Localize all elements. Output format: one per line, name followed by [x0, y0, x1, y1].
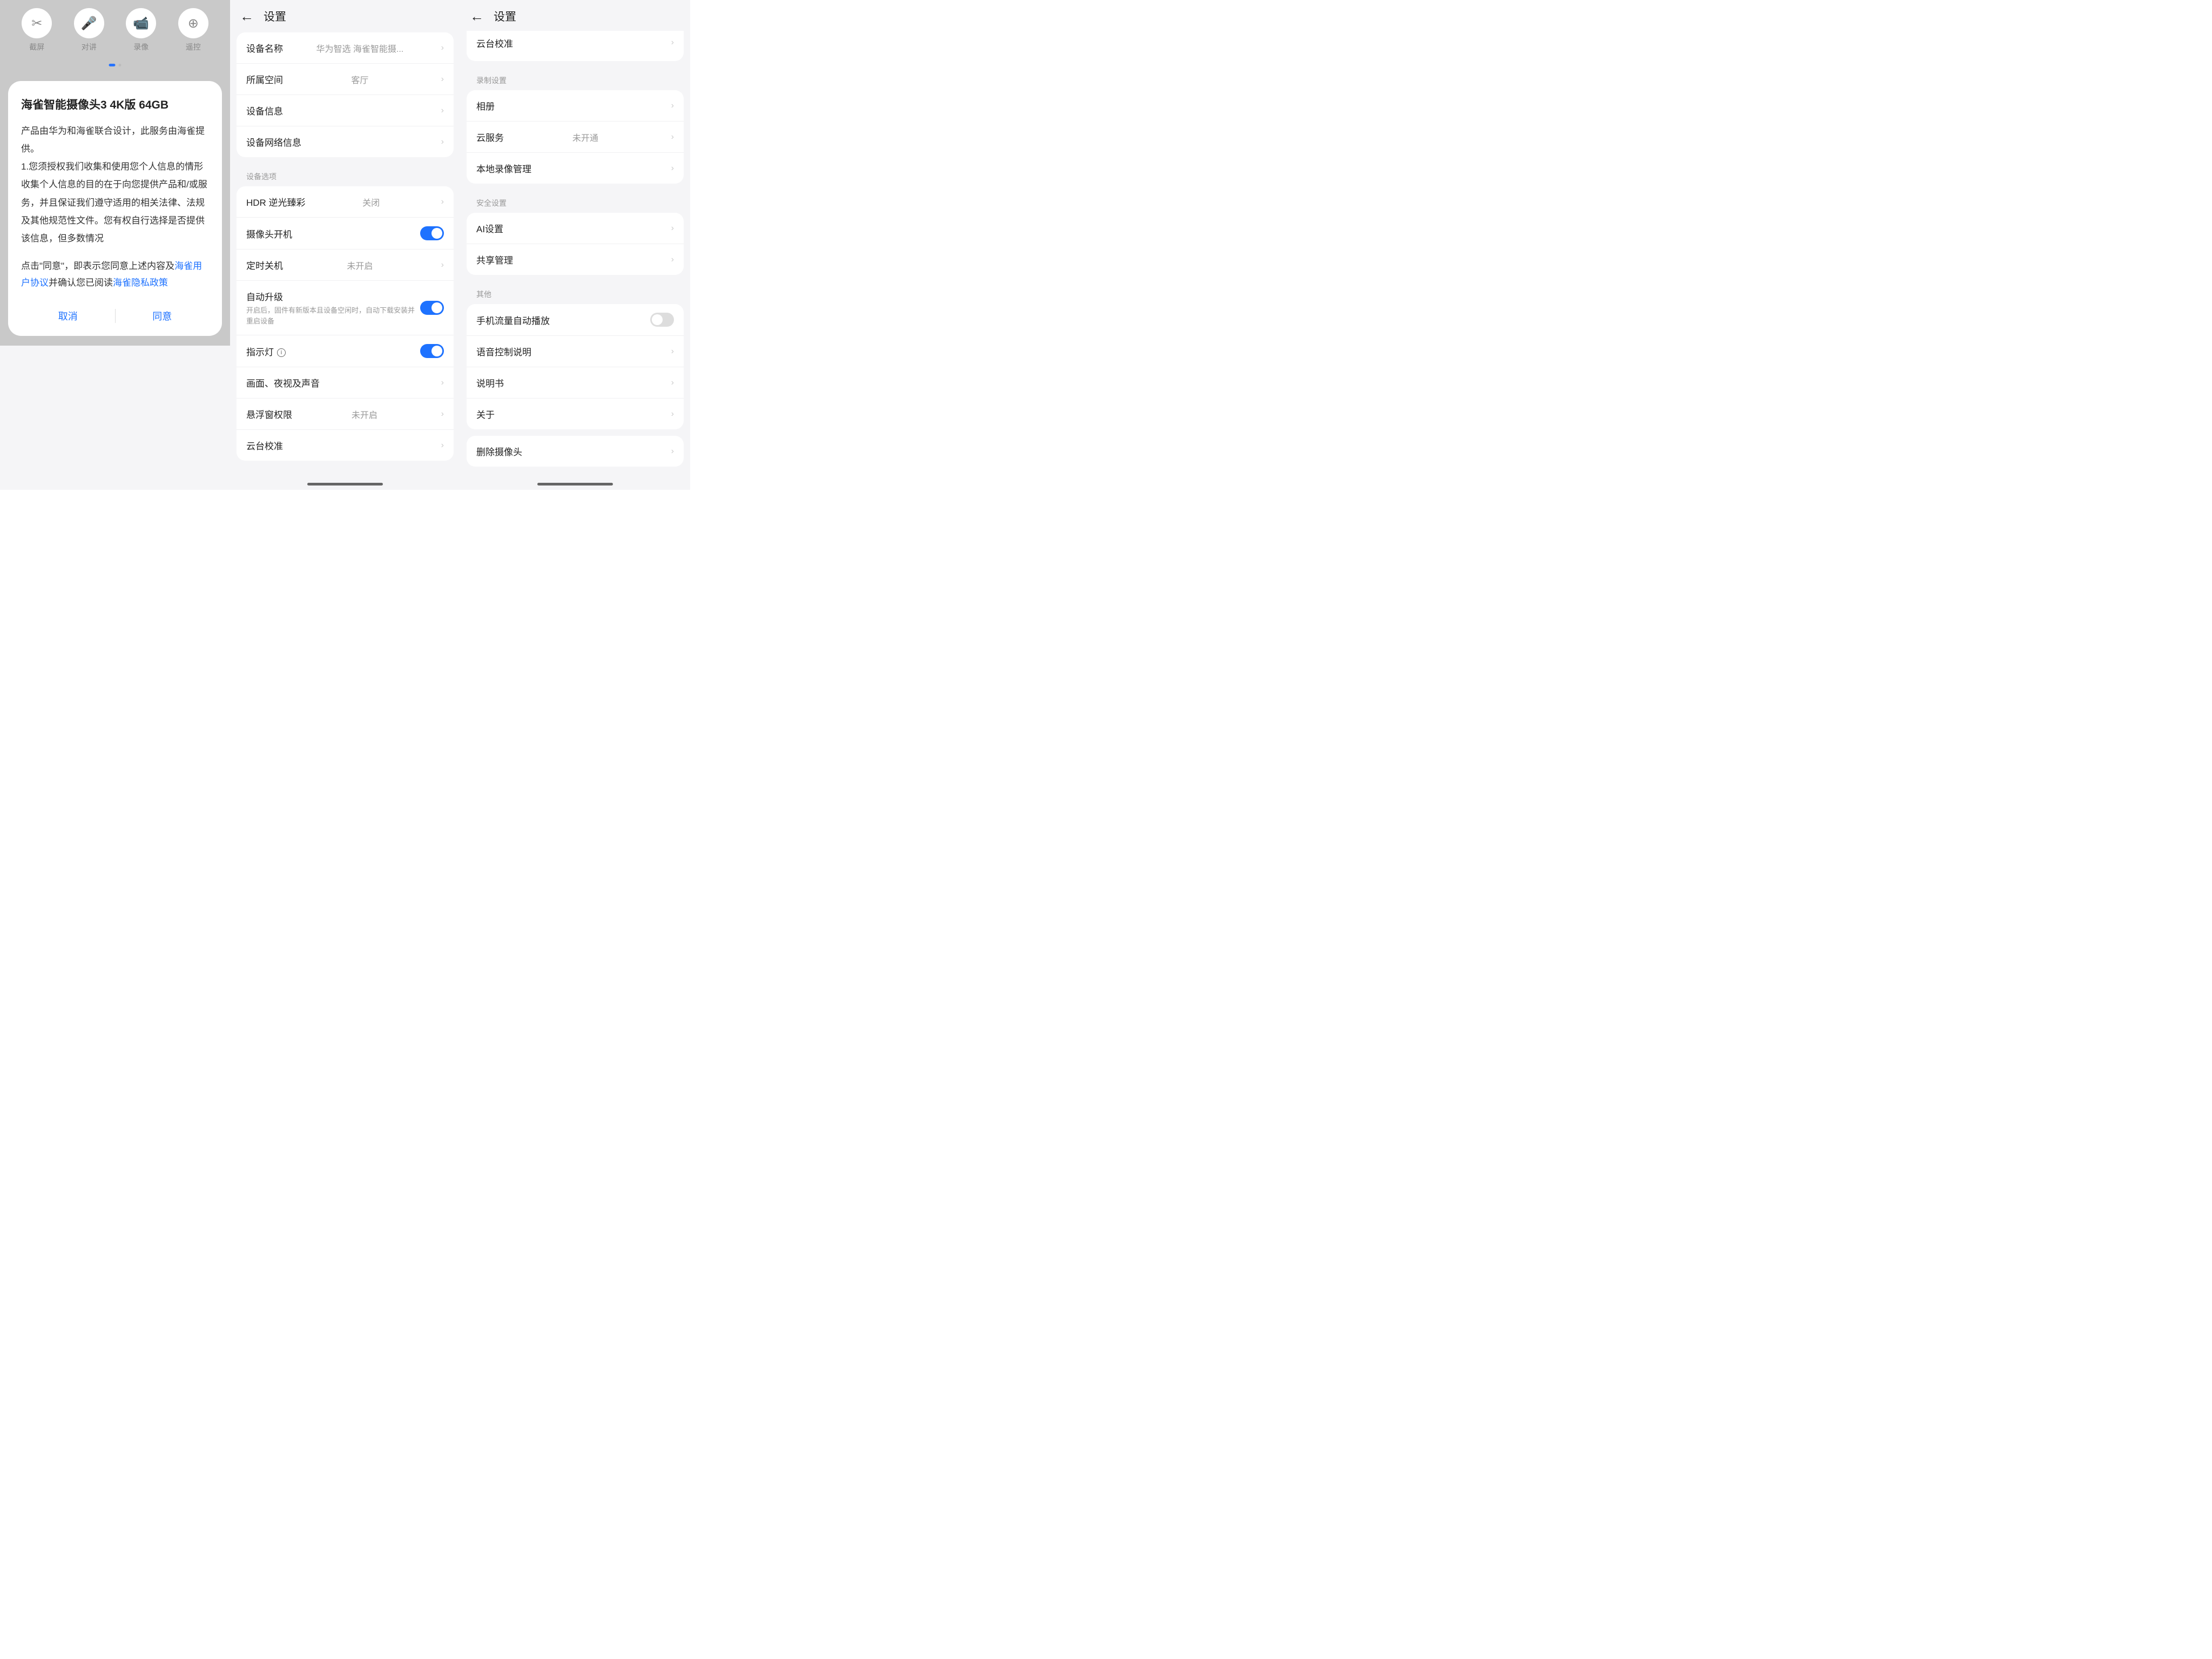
row-picture-night-sound[interactable]: 画面、夜视及声音 › — [237, 367, 454, 398]
privacy-policy-link[interactable]: 海雀隐私政策 — [113, 278, 168, 288]
chevron-right-icon: › — [671, 224, 674, 233]
tool-screenshot[interactable]: ✂ 截屏 — [15, 8, 58, 52]
chevron-right-icon: › — [441, 137, 444, 147]
chevron-right-icon: › — [441, 378, 444, 388]
modal-body: 产品由华为和海雀联合设计，此服务由海雀提供。 1.您须授权我们收集和使用您个人信… — [21, 122, 209, 247]
remote-icon: ⊕ — [178, 8, 208, 38]
chevron-right-icon: › — [671, 132, 674, 142]
page-title: 设置 — [494, 8, 516, 24]
header: ← 设置 — [460, 0, 690, 32]
chevron-right-icon: › — [671, 101, 674, 111]
screen-settings-1: ← 设置 设备名称 华为智选 海雀智能摄... › 所属空间 客厅 › 设备信息… — [230, 0, 460, 490]
consent-modal: 海雀智能摄像头3 4K版 64GB 产品由华为和海雀联合设计，此服务由海雀提供。… — [8, 81, 222, 336]
chevron-right-icon: › — [671, 409, 674, 419]
row-album[interactable]: 相册 › — [467, 90, 684, 121]
back-arrow-icon[interactable]: ← — [240, 8, 254, 25]
info-icon[interactable]: i — [277, 348, 286, 357]
row-network-info[interactable]: 设备网络信息 › — [237, 126, 454, 157]
screen-consent: ✂ 截屏 🎤 对讲 📹 录像 ⊕ 遥控 海雀智能摄像头3 4K版 64GB 产品… — [0, 0, 230, 490]
row-delete-camera[interactable]: 删除摄像头 › — [467, 436, 684, 467]
video-icon: 📹 — [126, 8, 156, 38]
row-voice-control[interactable]: 语音控制说明 › — [467, 335, 684, 367]
scissors-icon: ✂ — [22, 8, 52, 38]
row-cloud-service[interactable]: 云服务 未开通 › — [467, 121, 684, 152]
row-local-recording[interactable]: 本地录像管理 › — [467, 152, 684, 184]
record-group: 相册 › 云服务 未开通 › 本地录像管理 › — [467, 90, 684, 184]
header: ← 设置 — [230, 0, 460, 32]
row-device-name[interactable]: 设备名称 华为智选 海雀智能摄... › — [237, 32, 454, 63]
security-group: AI设置 › 共享管理 › — [467, 213, 684, 275]
chevron-right-icon: › — [671, 38, 674, 48]
chevron-right-icon: › — [671, 447, 674, 456]
pager-indicator — [109, 64, 122, 66]
chevron-right-icon: › — [441, 441, 444, 450]
device-options-group: HDR 逆光臻彩 关闭 › 摄像头开机 定时关机 未开启 › 自动升级 开启后，… — [237, 186, 454, 461]
indicator-toggle[interactable] — [420, 344, 444, 358]
row-gimbal-calibration[interactable]: 云台校准 › — [237, 429, 454, 461]
home-indicator — [537, 483, 613, 485]
section-record-settings: 录制设置 — [467, 68, 684, 90]
camera-on-toggle[interactable] — [420, 226, 444, 240]
chevron-right-icon: › — [441, 260, 444, 270]
screen-settings-2: ← 设置 云台校准 › 录制设置 相册 › 云服务 未开通 › 本地录像管理 › — [460, 0, 690, 490]
row-timer-off[interactable]: 定时关机 未开启 › — [237, 249, 454, 280]
modal-title: 海雀智能摄像头3 4K版 64GB — [21, 96, 209, 112]
cancel-button[interactable]: 取消 — [21, 301, 115, 326]
tool-remote[interactable]: ⊕ 遥控 — [172, 8, 215, 52]
row-float-window[interactable]: 悬浮窗权限 未开启 › — [237, 398, 454, 429]
row-manual[interactable]: 说明书 › — [467, 367, 684, 398]
chevron-right-icon: › — [671, 378, 674, 388]
modal-actions: 取消 同意 — [21, 301, 209, 326]
agree-button[interactable]: 同意 — [116, 301, 210, 326]
page-title: 设置 — [264, 8, 286, 24]
delete-group: 删除摄像头 › — [467, 436, 684, 467]
row-hdr[interactable]: HDR 逆光臻彩 关闭 › — [237, 186, 454, 217]
back-arrow-icon[interactable]: ← — [470, 8, 484, 25]
row-space[interactable]: 所属空间 客厅 › — [237, 63, 454, 95]
section-other: 其他 — [467, 281, 684, 304]
row-gimbal-calibration[interactable]: 云台校准 › — [467, 31, 684, 61]
chevron-right-icon: › — [441, 106, 444, 116]
row-about[interactable]: 关于 › — [467, 398, 684, 429]
mobile-data-toggle[interactable] — [650, 313, 674, 327]
chevron-right-icon: › — [441, 75, 444, 84]
chevron-right-icon: › — [671, 255, 674, 265]
device-info-group: 设备名称 华为智选 海雀智能摄... › 所属空间 客厅 › 设备信息 › 设备… — [237, 32, 454, 157]
quick-toolbar: ✂ 截屏 🎤 对讲 📹 录像 ⊕ 遥控 — [0, 8, 230, 52]
row-auto-upgrade: 自动升级 开启后，固件有新版本且设备空闲时，自动下载安装并重启设备 — [237, 280, 454, 335]
row-device-info[interactable]: 设备信息 › — [237, 95, 454, 126]
chevron-right-icon: › — [671, 164, 674, 173]
row-camera-on: 摄像头开机 — [237, 217, 454, 249]
row-ai-settings[interactable]: AI设置 › — [467, 213, 684, 244]
microphone-icon: 🎤 — [74, 8, 104, 38]
section-security-settings: 安全设置 — [467, 190, 684, 213]
auto-upgrade-toggle[interactable] — [420, 301, 444, 315]
other-group: 手机流量自动播放 语音控制说明 › 说明书 › 关于 › — [467, 304, 684, 429]
row-mobile-data-play: 手机流量自动播放 — [467, 304, 684, 335]
section-device-options: 设备选项 — [237, 164, 454, 186]
home-indicator — [307, 483, 383, 485]
chevron-right-icon: › — [441, 409, 444, 419]
partial-group: 云台校准 › — [467, 31, 684, 61]
tool-record[interactable]: 📹 录像 — [119, 8, 163, 52]
chevron-right-icon: › — [441, 197, 444, 207]
tool-intercom[interactable]: 🎤 对讲 — [68, 8, 111, 52]
chevron-right-icon: › — [441, 43, 444, 53]
modal-footer-text: 点击"同意"，即表示您同意上述内容及海雀用户协议并确认您已阅读海雀隐私政策 — [21, 258, 209, 291]
row-indicator: 指示灯i — [237, 335, 454, 367]
row-share-management[interactable]: 共享管理 › — [467, 244, 684, 275]
chevron-right-icon: › — [671, 347, 674, 356]
